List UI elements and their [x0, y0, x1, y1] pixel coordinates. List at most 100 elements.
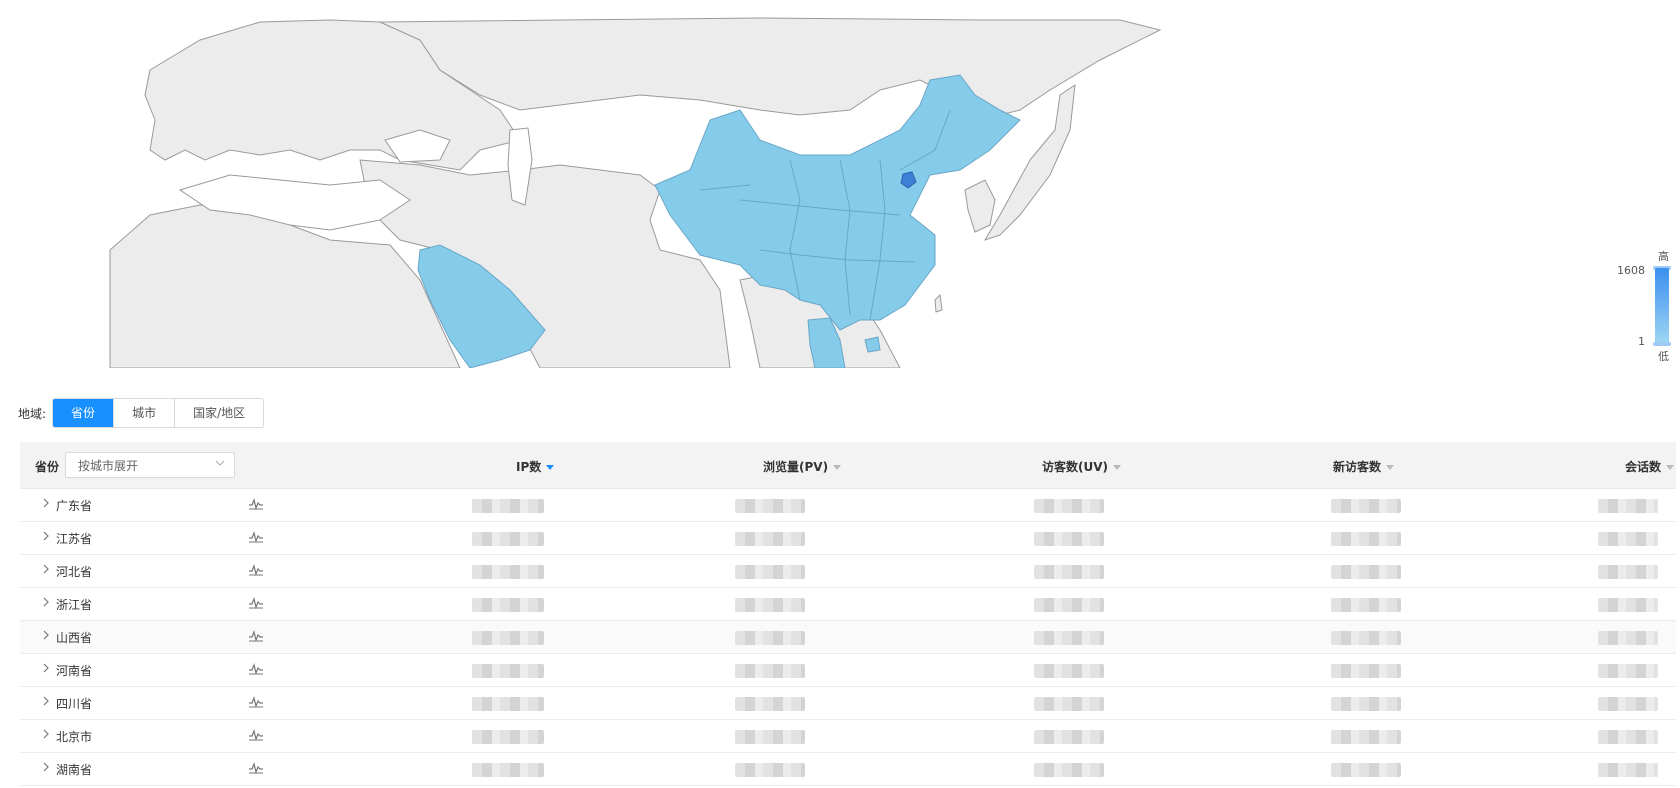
cell-ip-count — [472, 532, 544, 546]
header-province-label: 省份 — [35, 460, 60, 474]
row-province-name: 江苏省 — [56, 532, 93, 546]
expand-chevron-icon[interactable] — [42, 530, 50, 542]
cell-visitors — [1034, 664, 1104, 678]
cell-sessions — [1598, 631, 1658, 645]
table-row[interactable]: 江苏省 — [20, 522, 1676, 555]
table-row[interactable]: 北京市 — [20, 720, 1676, 753]
cell-new-visitors — [1331, 598, 1401, 612]
col-new-visitors[interactable]: 新访客数 — [1333, 458, 1395, 475]
trend-chart-icon[interactable] — [248, 695, 264, 709]
table-row[interactable]: 浙江省 — [20, 588, 1676, 621]
cell-sessions — [1598, 598, 1658, 612]
cell-ip-count — [472, 565, 544, 579]
sort-icon — [833, 465, 842, 470]
trend-chart-icon[interactable] — [248, 497, 264, 511]
cell-new-visitors — [1331, 631, 1401, 645]
expand-chevron-icon[interactable] — [42, 563, 50, 575]
col-visitors[interactable]: 访客数(UV) — [1042, 458, 1122, 475]
table-body: 广东省江苏省河北省浙江省山西省河南省四川省 北京市湖南省 — [20, 489, 1676, 786]
cell-ip-count — [472, 664, 544, 678]
legend-high-label: 高 — [1658, 250, 1669, 263]
korea-land — [964, 179, 996, 233]
legend-gradient-bar[interactable] — [1655, 268, 1669, 344]
row-province-name: 浙江省 — [56, 598, 93, 612]
visual-map-legend: 高 1608 1 低 — [1615, 248, 1675, 366]
cell-pageviews — [735, 565, 805, 579]
table-row[interactable]: 湖南省 — [20, 753, 1676, 786]
cell-new-visitors — [1331, 499, 1401, 513]
table-header: 省份 按城市展开 IP数 浏览量(PV) 访客数(UV) 新访客数 会话数 — [20, 442, 1676, 489]
cell-new-visitors — [1331, 763, 1401, 777]
world-map-svg — [109, 17, 1162, 368]
table-row[interactable]: 广东省 — [20, 489, 1676, 522]
expand-chevron-icon[interactable] — [42, 629, 50, 641]
cell-sessions — [1598, 499, 1658, 513]
russia-land — [379, 17, 1162, 121]
expand-chevron-icon[interactable] — [42, 662, 50, 674]
sort-icon — [1666, 465, 1675, 470]
table-row[interactable]: 河南省 — [20, 654, 1676, 687]
region-filter-label: 地域: — [18, 406, 47, 421]
cell-ip-count — [472, 631, 544, 645]
region-table: 省份 按城市展开 IP数 浏览量(PV) 访客数(UV) 新访客数 会话数 广东… — [20, 442, 1676, 786]
trend-chart-icon[interactable] — [248, 662, 264, 676]
table-row[interactable]: 山西省 — [20, 621, 1676, 654]
col-ip-count[interactable]: IP数 — [516, 458, 555, 475]
cell-sessions — [1598, 565, 1658, 579]
row-province-name: 山西省 — [56, 631, 93, 645]
trend-chart-icon[interactable] — [248, 761, 264, 775]
expand-chevron-icon[interactable] — [42, 728, 50, 740]
cell-new-visitors — [1331, 730, 1401, 744]
cell-pageviews — [735, 631, 805, 645]
sort-desc-icon — [546, 465, 555, 470]
legend-max-value: 1608 — [1617, 264, 1645, 277]
expand-chevron-icon[interactable] — [42, 695, 50, 707]
cell-new-visitors — [1331, 532, 1401, 546]
row-province-name: 河北省 — [56, 565, 93, 579]
expand-chevron-icon[interactable] — [42, 761, 50, 773]
expand-chevron-icon[interactable] — [42, 497, 50, 509]
cell-pageviews — [735, 730, 805, 744]
row-province-name: 河南省 — [56, 664, 93, 678]
legend-low-label: 低 — [1658, 350, 1669, 363]
legend-min-value: 1 — [1638, 335, 1645, 348]
cell-pageviews — [735, 697, 805, 711]
col-pageviews[interactable]: 浏览量(PV) — [763, 458, 842, 475]
cell-ip-count — [472, 730, 544, 744]
cell-new-visitors — [1331, 664, 1401, 678]
cell-ip-count — [472, 499, 544, 513]
cell-ip-count — [472, 763, 544, 777]
cell-pageviews — [735, 499, 805, 513]
row-province-name: 广东省 — [56, 499, 93, 513]
sort-icon — [1386, 465, 1395, 470]
expand-chevron-icon[interactable] — [42, 596, 50, 608]
cell-visitors — [1034, 763, 1104, 777]
taiwan-region — [934, 293, 943, 313]
tab-country-region[interactable]: 国家/地区 — [174, 399, 264, 427]
trend-chart-icon[interactable] — [248, 563, 264, 577]
tab-city[interactable]: 城市 — [113, 399, 175, 427]
cell-visitors — [1034, 532, 1104, 546]
col-ip-count-label: IP数 — [516, 460, 542, 474]
trend-chart-icon[interactable] — [248, 596, 264, 610]
cell-pageviews — [735, 664, 805, 678]
col-new-visitors-label: 新访客数 — [1333, 460, 1382, 474]
region-tabs: 省份 城市 国家/地区 — [52, 398, 265, 428]
expand-mode-select[interactable]: 按城市展开 — [65, 452, 235, 478]
expand-mode-value: 按城市展开 — [78, 459, 139, 473]
row-province-name: 湖南省 — [56, 763, 93, 777]
table-row[interactable]: 河北省 — [20, 555, 1676, 588]
col-sessions[interactable]: 会话数 — [1625, 458, 1675, 475]
geo-map[interactable] — [0, 0, 1680, 368]
trend-chart-icon[interactable] — [248, 728, 264, 742]
tab-province[interactable]: 省份 — [53, 399, 114, 427]
table-row[interactable]: 四川省 — [20, 687, 1676, 720]
trend-chart-icon[interactable] — [248, 629, 264, 643]
cell-visitors — [1034, 598, 1104, 612]
legend-bottom-handle[interactable] — [1653, 342, 1671, 346]
cell-new-visitors — [1331, 697, 1401, 711]
trend-chart-icon[interactable] — [248, 530, 264, 544]
col-pageviews-label: 浏览量(PV) — [763, 460, 829, 474]
cell-sessions — [1598, 763, 1658, 777]
cell-new-visitors — [1331, 565, 1401, 579]
